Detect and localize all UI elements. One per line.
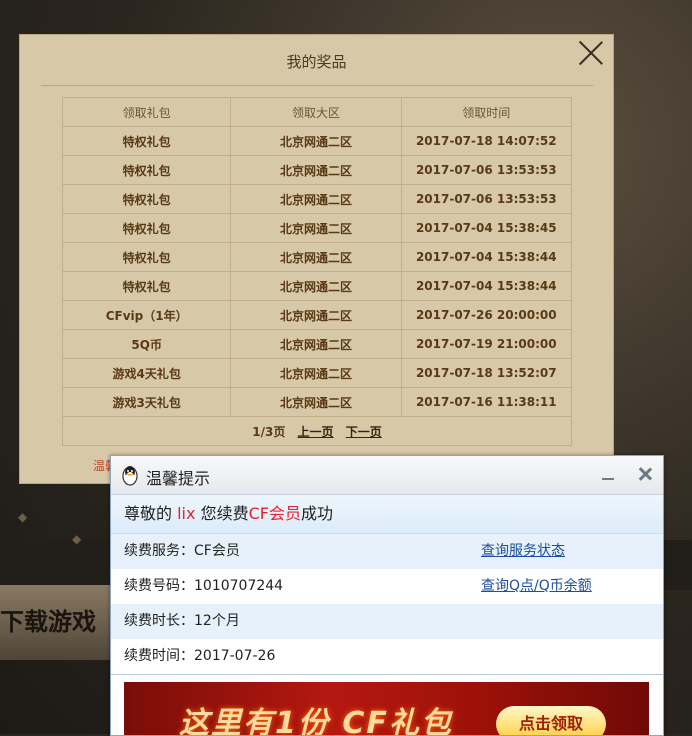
region-cell: 北京网通二区 xyxy=(230,184,402,214)
region-cell: 北京网通二区 xyxy=(230,213,402,243)
gift-cell: 特权礼包 xyxy=(61,126,232,156)
renewal-number-row: 续费号码：1010707244 查询Q点/Q币余额 xyxy=(111,569,663,604)
region-cell: 北京网通二区 xyxy=(230,271,402,301)
row-value: CF会员 xyxy=(194,543,240,559)
claim-button[interactable]: 点击领取 xyxy=(496,706,606,735)
time-cell: 2017-07-16 11:38:11 xyxy=(400,387,573,417)
background-download-banner[interactable]: 下载游戏 xyxy=(0,585,115,660)
time-cell: 2017-07-06 13:53:53 xyxy=(400,155,573,185)
renewal-duration-row: 续费时长：12个月 xyxy=(111,604,663,639)
qq-penguin-icon xyxy=(122,466,138,486)
greeting-prefix: 尊敬的 xyxy=(124,504,173,523)
time-cell: 2017-07-18 14:07:52 xyxy=(400,126,573,156)
gift-cell: 5Q币 xyxy=(61,329,232,359)
time-cell: 2017-07-04 15:38:44 xyxy=(400,242,573,272)
table-header-row: 领取礼包 领取大区 领取时间 xyxy=(61,97,573,127)
gift-cell: 特权礼包 xyxy=(61,184,232,214)
time-cell: 2017-07-26 20:00:00 xyxy=(400,300,573,330)
background-ornament: ◆ xyxy=(18,510,28,524)
header-region: 领取大区 xyxy=(230,97,402,127)
notification-title: 温馨提示 xyxy=(146,469,211,488)
row-label: 续费号码： xyxy=(124,578,194,594)
greeting-mid: 您续费 xyxy=(200,504,249,523)
divider xyxy=(111,674,663,675)
region-cell: 北京网通二区 xyxy=(230,329,402,359)
table-row: 特权礼包 北京网通二区 2017-07-18 14:07:52 xyxy=(61,126,573,156)
region-cell: 北京网通二区 xyxy=(230,155,402,185)
time-cell: 2017-07-19 21:00:00 xyxy=(400,329,573,359)
time-cell: 2017-07-18 13:52:07 xyxy=(400,358,573,388)
table-row: 特权礼包 北京网通二区 2017-07-04 15:38:44 xyxy=(61,271,573,301)
notification-header: 温馨提示 xyxy=(111,456,663,495)
region-cell: 北京网通二区 xyxy=(230,300,402,330)
time-cell: 2017-07-04 15:38:45 xyxy=(400,213,573,243)
gift-cell: 游戏3天礼包 xyxy=(61,387,232,417)
renewal-service-row: 续费服务：CF会员 查询服务状态 xyxy=(111,534,663,569)
renewal-notification: 温馨提示 尊敬的 lix 您续费CF会员成功 续费服务：CF会员 查询服务状态 … xyxy=(110,455,664,736)
check-service-status-link[interactable]: 查询服务状态 xyxy=(481,534,565,569)
header-time: 领取时间 xyxy=(400,97,573,127)
greeting-line: 尊敬的 lix 您续费CF会员成功 xyxy=(111,495,663,534)
region-cell: 北京网通二区 xyxy=(230,126,402,156)
time-cell: 2017-07-04 15:38:44 xyxy=(400,271,573,301)
greeting-user: lix xyxy=(177,504,196,523)
gift-cell: 特权礼包 xyxy=(61,271,232,301)
table-row: 特权礼包 北京网通二区 2017-07-04 15:38:45 xyxy=(61,213,573,243)
banner-text: 这里有1份 CF礼包 xyxy=(179,706,453,736)
row-value: 1010707244 xyxy=(194,578,284,594)
table-row: 特权礼包 北京网通二区 2017-07-06 13:53:53 xyxy=(61,184,573,214)
check-balance-link[interactable]: 查询Q点/Q币余额 xyxy=(481,569,592,604)
next-page-link[interactable]: 下一页 xyxy=(346,425,382,439)
gift-cell: 特权礼包 xyxy=(61,213,232,243)
close-icon[interactable] xyxy=(577,39,605,67)
cf-gift-banner[interactable]: 这里有1份 CF礼包 点击领取 xyxy=(124,682,649,736)
row-value: 12个月 xyxy=(194,613,240,629)
row-label: 续费时间： xyxy=(124,648,194,664)
region-cell: 北京网通二区 xyxy=(230,242,402,272)
gift-cell: 特权礼包 xyxy=(61,155,232,185)
title-divider xyxy=(41,85,593,86)
time-cell: 2017-07-06 13:53:53 xyxy=(400,184,573,214)
table-row: 游戏4天礼包 北京网通二区 2017-07-18 13:52:07 xyxy=(61,358,573,388)
gift-cell: 游戏4天礼包 xyxy=(61,358,232,388)
prize-modal-title: 我的奖品 xyxy=(286,53,347,71)
download-text: 下载游戏 xyxy=(0,608,96,636)
pagination-row: 1/3页 上一页 下一页 xyxy=(62,416,572,446)
row-label: 续费时长： xyxy=(124,613,194,629)
prize-modal: 我的奖品 领取礼包 领取大区 领取时间 特权礼包 北京网通二区 2017-07-18… xyxy=(19,34,614,484)
minimize-icon[interactable] xyxy=(599,466,617,484)
greeting-product: CF会员 xyxy=(248,504,301,523)
table-row: CFvip（1年） 北京网通二区 2017-07-26 20:00:00 xyxy=(61,300,573,330)
background-ornament: ◆ xyxy=(72,532,82,546)
prev-page-link[interactable]: 上一页 xyxy=(298,425,334,439)
row-value: 2017-07-26 xyxy=(194,648,276,664)
prize-table: 领取礼包 领取大区 领取时间 特权礼包 北京网通二区 2017-07-18 14:0… xyxy=(61,97,573,446)
table-row: 特权礼包 北京网通二区 2017-07-06 13:53:53 xyxy=(61,155,573,185)
renewal-time-row: 续费时间：2017-07-26 xyxy=(111,639,663,674)
pagination: 1/3页 上一页 下一页 xyxy=(62,416,572,446)
page-indicator: 1/3页 xyxy=(252,424,286,439)
region-cell: 北京网通二区 xyxy=(230,358,402,388)
close-icon[interactable] xyxy=(635,464,655,484)
table-row: 游戏3天礼包 北京网通二区 2017-07-16 11:38:11 xyxy=(61,387,573,417)
region-cell: 北京网通二区 xyxy=(230,387,402,417)
gift-cell: 特权礼包 xyxy=(61,242,232,272)
table-row: 5Q币 北京网通二区 2017-07-19 21:00:00 xyxy=(61,329,573,359)
row-label: 续费服务： xyxy=(124,543,194,559)
gift-cell: CFvip（1年） xyxy=(61,300,232,330)
greeting-suffix: 成功 xyxy=(300,504,333,523)
header-gift: 领取礼包 xyxy=(61,97,232,127)
table-row: 特权礼包 北京网通二区 2017-07-04 15:38:44 xyxy=(61,242,573,272)
